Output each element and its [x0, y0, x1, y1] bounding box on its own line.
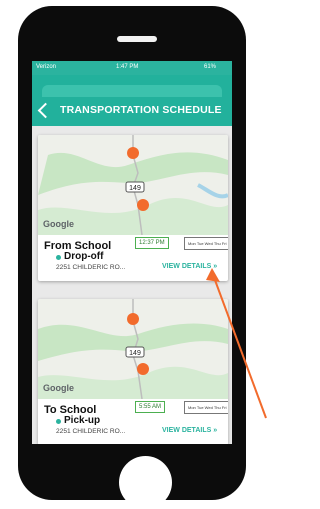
days-badge: Mon Tue Wed Thu Fri: [184, 401, 228, 414]
google-logo: Google: [43, 219, 74, 229]
trip-type: Drop-off: [64, 251, 104, 262]
status-dot-icon: [56, 419, 61, 424]
school-marker-icon: [137, 363, 149, 375]
header-bar: TRANSPORTATION SCHEDULE: [32, 75, 232, 126]
address-text: 2251 CHILDERIC RO...: [56, 428, 126, 435]
status-dot-icon: [56, 255, 61, 260]
status-bar: Verizon 1:47 PM 61%: [32, 61, 232, 75]
schedule-card-from-school[interactable]: 149 Google From School 12:37 PM Mon Tue …: [38, 135, 228, 281]
phone-speaker: [117, 36, 157, 42]
back-arrow-icon[interactable]: [37, 102, 54, 119]
start-marker-icon: [127, 147, 139, 159]
carrier-label: Verizon: [36, 64, 57, 70]
route-number: 149: [129, 350, 141, 357]
route-number: 149: [129, 185, 141, 192]
google-logo: Google: [43, 383, 74, 393]
app-screen: Verizon 1:47 PM 61% TRANSPORTATION SCHED…: [32, 61, 232, 444]
time-badge: 12:37 PM: [135, 237, 169, 249]
schedule-card-to-school[interactable]: 149 Google To School 5:55 AM Mon Tue Wed…: [38, 299, 228, 444]
start-marker-icon: [127, 313, 139, 325]
school-marker-icon: [137, 199, 149, 211]
trip-type: Pick-up: [64, 415, 101, 426]
page-title: TRANSPORTATION SCHEDULE: [60, 104, 222, 116]
address-text: 2251 CHILDERIC RO...: [56, 264, 126, 271]
days-badge: Mon Tue Wed Thu Fri: [184, 237, 228, 250]
view-details-link[interactable]: VIEW DETAILS »: [162, 427, 217, 434]
header-pill: [42, 85, 222, 97]
time-badge: 5:55 AM: [135, 401, 166, 413]
home-button[interactable]: [119, 456, 172, 509]
status-time: 1:47 PM: [116, 64, 139, 70]
view-details-link[interactable]: VIEW DETAILS »: [162, 263, 217, 270]
phone-frame: Verizon 1:47 PM 61% TRANSPORTATION SCHED…: [18, 6, 246, 509]
battery-level: 61%: [204, 64, 217, 70]
